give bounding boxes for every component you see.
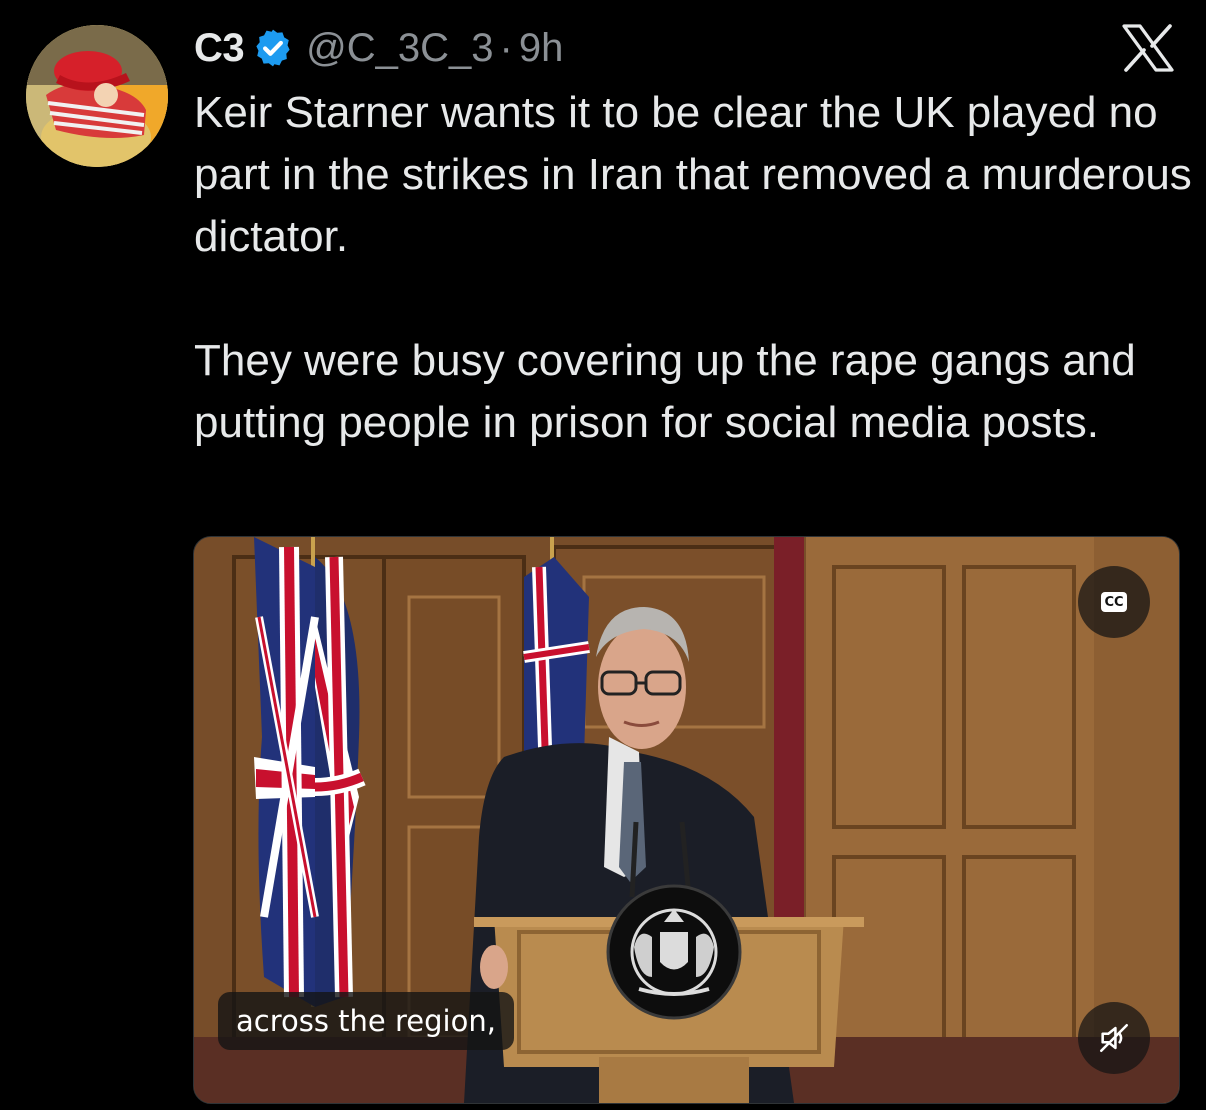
- separator-dot: ·: [499, 25, 513, 70]
- avatar[interactable]: [26, 25, 168, 167]
- display-name[interactable]: C3: [194, 26, 245, 71]
- closed-captions-button[interactable]: CC: [1078, 566, 1150, 638]
- muted-speaker-icon: [1099, 1023, 1129, 1053]
- x-logo-icon: [1122, 24, 1174, 72]
- video-player[interactable]: CC across the region,: [193, 536, 1180, 1104]
- tweet-text: Keir Starner wants it to be clear the UK…: [194, 82, 1194, 454]
- cc-icon: CC: [1101, 592, 1127, 612]
- mute-button[interactable]: [1078, 1002, 1150, 1074]
- verified-badge-icon: [252, 27, 294, 69]
- tweet-paragraph: Keir Starner wants it to be clear the UK…: [194, 88, 1192, 261]
- timestamp[interactable]: 9h: [519, 26, 564, 71]
- author-handle[interactable]: @C_3C_3: [306, 26, 493, 71]
- video-caption: across the region,: [218, 992, 514, 1050]
- tweet-header: C3 @C_3C_3 · 9h: [194, 22, 563, 74]
- avatar-red-cap-icon: [26, 25, 168, 167]
- tweet-paragraph: They were busy covering up the rape gang…: [194, 336, 1136, 447]
